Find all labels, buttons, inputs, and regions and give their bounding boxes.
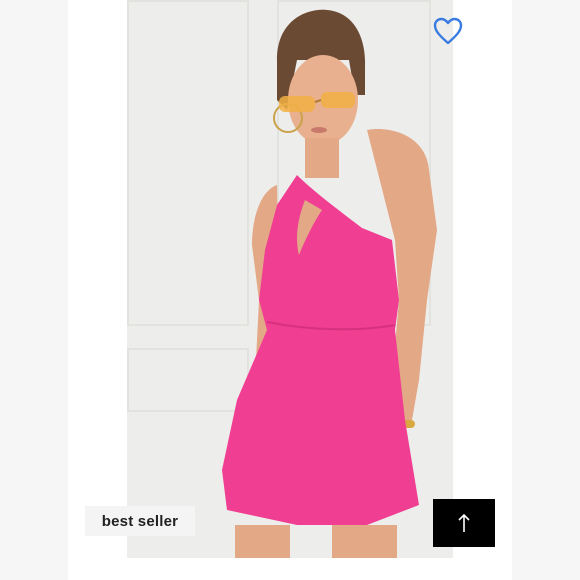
product-photo[interactable] <box>127 0 453 558</box>
arrow-up-icon <box>458 513 470 532</box>
right-margin <box>512 0 580 580</box>
like-button[interactable] <box>433 17 463 45</box>
heart-icon <box>433 17 463 45</box>
best-seller-badge: best seller <box>85 506 195 536</box>
left-margin <box>0 0 68 580</box>
badge-label: best seller <box>101 512 179 530</box>
scroll-to-top-button[interactable] <box>433 499 495 547</box>
model-figure <box>222 9 437 558</box>
